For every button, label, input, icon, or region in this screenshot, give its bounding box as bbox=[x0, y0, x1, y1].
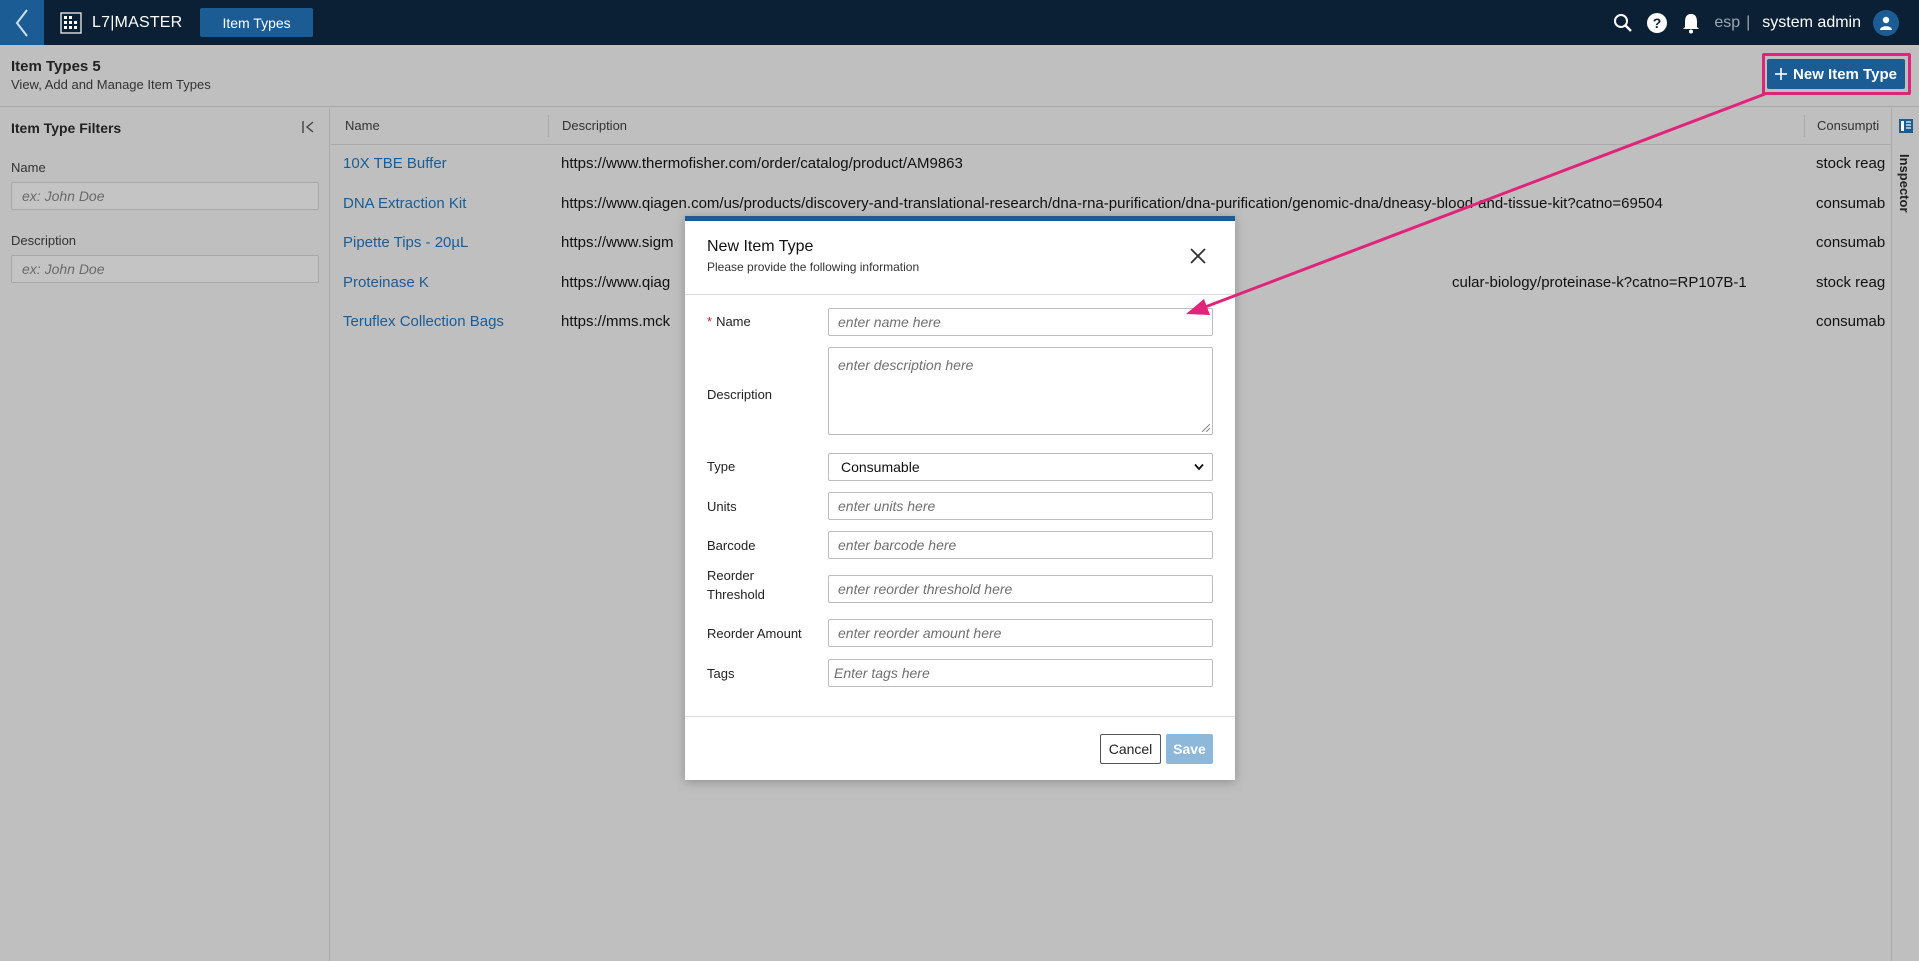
save-button[interactable]: Save bbox=[1166, 734, 1213, 764]
name-label-text: Name bbox=[716, 314, 751, 329]
cancel-button[interactable]: Cancel bbox=[1100, 734, 1161, 764]
svg-text:?: ? bbox=[1653, 15, 1662, 31]
barcode-input[interactable]: enter barcode here bbox=[828, 531, 1213, 559]
back-chevron-icon bbox=[15, 8, 28, 37]
app-grid-icon bbox=[60, 11, 82, 34]
item-description: https://www.sigm bbox=[561, 234, 674, 251]
type-select[interactable]: Consumable bbox=[828, 453, 1213, 481]
search-icon[interactable] bbox=[1612, 12, 1634, 34]
units-label: Units bbox=[707, 499, 737, 514]
filters-title: Item Type Filters bbox=[11, 120, 122, 136]
reorder-threshold-input[interactable]: enter reorder threshold here bbox=[828, 575, 1213, 603]
page-header: Item Types 5 View, Add and Manage Item T… bbox=[0, 45, 1919, 107]
tags-label: Tags bbox=[707, 666, 735, 681]
item-name-link[interactable]: Teruflex Collection Bags bbox=[343, 313, 504, 330]
back-button[interactable] bbox=[0, 0, 44, 45]
item-name-link[interactable]: 10X TBE Buffer bbox=[343, 155, 447, 172]
filter-description-label: Description bbox=[11, 233, 77, 248]
description-placeholder: enter description here bbox=[838, 357, 974, 373]
item-description-tail: cular-biology/proteinase-k?catno=RP107B-… bbox=[1452, 274, 1747, 291]
new-item-type-label: New Item Type bbox=[1793, 65, 1897, 83]
required-marker: * bbox=[707, 314, 713, 329]
collapse-icon[interactable] bbox=[300, 118, 318, 136]
app-name: L7|MASTER bbox=[92, 13, 183, 31]
column-header-consumption[interactable]: Consumpti bbox=[1817, 118, 1879, 133]
reorder-amount-input[interactable]: enter reorder amount here bbox=[828, 619, 1213, 647]
item-consumption: consumab bbox=[1816, 313, 1886, 330]
filters-panel: Item Type Filters Name ex: John Doe Desc… bbox=[0, 108, 330, 961]
top-bar: L7|MASTER Item Types ? esp | system admi… bbox=[0, 0, 1919, 45]
page-title: Item Types 5 bbox=[11, 58, 101, 75]
item-consumption: stock reag bbox=[1816, 155, 1886, 172]
inspector-icon[interactable] bbox=[1898, 118, 1914, 134]
item-description: https://www.qiag bbox=[561, 274, 671, 291]
item-consumption: consumab bbox=[1816, 234, 1886, 251]
item-description: https://mms.mck bbox=[561, 313, 671, 330]
top-right-controls: ? esp | system admin bbox=[1612, 0, 1899, 45]
inspector-label[interactable]: Inspector bbox=[1897, 154, 1912, 213]
name-label: * Name bbox=[707, 312, 751, 331]
tags-input[interactable]: Enter tags here bbox=[828, 659, 1213, 687]
page-subtitle: View, Add and Manage Item Types bbox=[11, 77, 211, 92]
filter-description-input[interactable]: ex: John Doe bbox=[11, 255, 319, 283]
units-input[interactable]: enter units here bbox=[828, 492, 1213, 520]
item-name-link[interactable]: Proteinase K bbox=[343, 274, 429, 291]
dialog-subtitle: Please provide the following information bbox=[707, 260, 920, 274]
item-name-link[interactable]: DNA Extraction Kit bbox=[343, 195, 466, 212]
item-name-link[interactable]: Pipette Tips - 20µL bbox=[343, 234, 468, 251]
reorder-amount-label: Reorder Amount bbox=[707, 626, 802, 641]
dialog-title: New Item Type bbox=[707, 238, 814, 255]
close-icon[interactable] bbox=[1189, 247, 1207, 265]
help-icon[interactable]: ? bbox=[1646, 12, 1668, 34]
reorder-threshold-label: Reorder Threshold bbox=[707, 568, 765, 602]
filter-name-label: Name bbox=[11, 160, 46, 175]
column-divider bbox=[1804, 115, 1805, 137]
inspector-panel[interactable]: Inspector bbox=[1891, 108, 1919, 961]
column-header-name[interactable]: Name bbox=[345, 118, 380, 133]
filter-name-input[interactable]: ex: John Doe bbox=[11, 182, 319, 210]
table-header: Name Description Consumpti bbox=[331, 108, 1891, 145]
user-name[interactable]: system admin bbox=[1762, 14, 1861, 32]
description-textarea[interactable]: enter description here bbox=[828, 347, 1213, 435]
item-consumption: consumab bbox=[1816, 195, 1886, 212]
item-description: https://www.qiagen.com/us/products/disco… bbox=[561, 195, 1663, 212]
table-row: 10X TBE Buffer https://www.thermofisher.… bbox=[331, 145, 1891, 185]
chevron-down-icon bbox=[1194, 463, 1204, 471]
dialog-divider bbox=[685, 716, 1235, 717]
plus-icon bbox=[1775, 68, 1788, 80]
separator: | bbox=[1746, 13, 1751, 31]
description-label: Description bbox=[707, 387, 773, 402]
column-divider bbox=[548, 115, 549, 137]
type-value: Consumable bbox=[841, 459, 920, 475]
language-selector[interactable]: esp bbox=[1714, 14, 1740, 32]
user-icon bbox=[1880, 16, 1892, 30]
name-input[interactable]: enter name here bbox=[828, 308, 1213, 336]
new-item-type-button[interactable]: New Item Type bbox=[1767, 59, 1905, 89]
dialog-divider bbox=[685, 294, 1235, 295]
item-consumption: stock reag bbox=[1816, 274, 1886, 291]
new-item-type-dialog: New Item Type Please provide the followi… bbox=[685, 216, 1235, 780]
bell-icon[interactable] bbox=[1680, 12, 1702, 34]
column-header-description[interactable]: Description bbox=[562, 118, 627, 133]
avatar[interactable] bbox=[1873, 9, 1899, 36]
tab-item-types[interactable]: Item Types bbox=[200, 8, 313, 37]
type-label: Type bbox=[707, 459, 736, 474]
barcode-label: Barcode bbox=[707, 538, 756, 553]
resize-grip-icon[interactable] bbox=[1202, 424, 1210, 432]
item-description: https://www.thermofisher.com/order/catal… bbox=[561, 155, 963, 172]
